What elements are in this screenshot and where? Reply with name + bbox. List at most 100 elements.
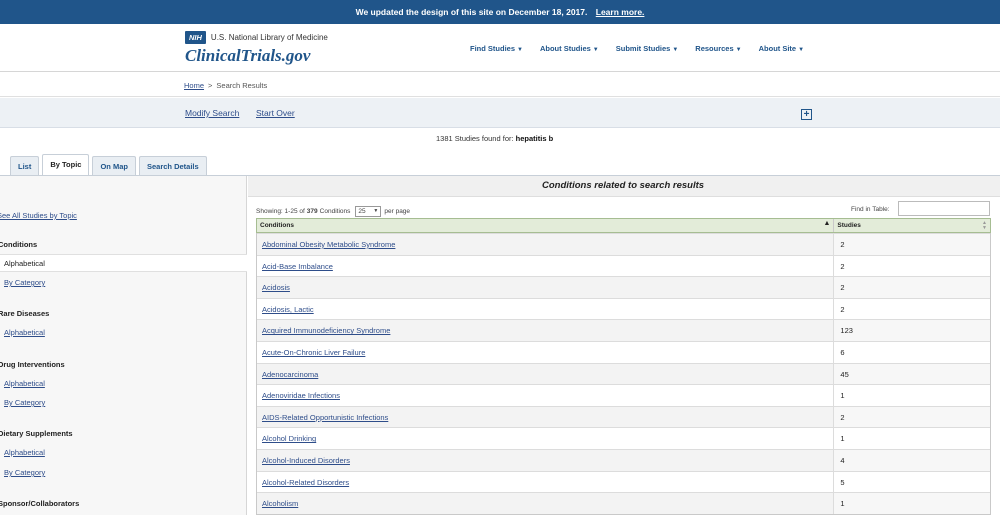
table-row: Adenoviridae Infections 1 [257, 384, 990, 406]
tab-on-map[interactable]: On Map [92, 156, 136, 176]
results-found-text: Studies found for: [454, 134, 514, 143]
studies-count-cell: 1 [833, 385, 990, 406]
condition-cell: Adenocarcinoma [257, 363, 834, 385]
condition-cell: Acquired Immunodeficiency Syndrome [257, 320, 834, 341]
studies-count-cell: 5 [833, 471, 990, 493]
table-row: Abdominal Obesity Metabolic Syndrome 2 [257, 233, 990, 255]
table-row: Alcoholism 1 [257, 492, 990, 514]
condition-link[interactable]: Alcoholism [262, 499, 298, 508]
banner-text: We updated the design of this site on De… [355, 7, 588, 17]
studies-count-cell: 6 [833, 341, 990, 363]
studies-count-cell: 2 [833, 234, 990, 255]
nih-badge: NIH [185, 31, 206, 44]
table-paging-info: Showing: 1-25 of 379 Conditions 25 ▼ per… [256, 206, 410, 217]
results-count: 1381 [436, 134, 453, 143]
content-title-text: Conditions related to search results [542, 180, 705, 191]
modify-search-link[interactable]: Modify Search [185, 108, 239, 118]
showing-suffix: Conditions [319, 208, 351, 215]
nlm-label: U.S. National Library of Medicine [210, 33, 328, 42]
table-row: Adenocarcinoma 45 [257, 362, 990, 385]
condition-cell: Adenoviridae Infections [257, 385, 833, 406]
condition-cell: AIDS-Related Opportunistic Infections [257, 406, 834, 428]
caret-down-icon: ▼ [798, 47, 805, 53]
sidebar-item-drug-alphabetical[interactable]: Alphabetical [4, 379, 45, 388]
condition-link[interactable]: Alcohol Drinking [262, 434, 316, 443]
caret-down-icon: ▼ [672, 47, 679, 53]
sidebar-heading-conditions: Conditions [0, 240, 38, 249]
nav-about-studies[interactable]: About Studies ▼ [540, 44, 599, 53]
breadcrumb-home[interactable]: Home [184, 81, 204, 90]
clinicaltrials-logo[interactable]: ClinicalTrials.gov [185, 46, 310, 66]
column-header-conditions[interactable]: Conditions ▲ [257, 219, 833, 232]
nav-label: Find Studies [470, 44, 515, 53]
sidebar-item-drug-by-category[interactable]: By Category [4, 398, 45, 407]
showing-prefix: Showing: 1-25 of [256, 208, 305, 215]
condition-cell: Alcoholism [257, 493, 834, 514]
condition-link[interactable]: Alcohol-Related Disorders [262, 478, 349, 487]
table-row: Alcohol-Induced Disorders 4 [257, 448, 990, 471]
table-row: Alcohol-Related Disorders 5 [257, 470, 990, 493]
per-page-label: per page [384, 208, 411, 215]
per-page-select[interactable]: 25 ▼ [355, 206, 382, 217]
condition-link[interactable]: Acute-On-Chronic Liver Failure [262, 348, 365, 357]
sidebar-item-dietary-by-category[interactable]: By Category [4, 468, 45, 477]
view-tabs: List By Topic On Map Search Details [10, 154, 210, 176]
find-in-table-label: Find in Table: [851, 206, 890, 213]
table-row: Acid-Base Imbalance 2 [257, 254, 990, 277]
breadcrumb-separator: > [208, 81, 213, 90]
studies-count-cell: 45 [833, 363, 990, 385]
see-all-studies-link[interactable]: See All Studies by Topic [0, 211, 77, 220]
sidebar-item-dietary-alphabetical[interactable]: Alphabetical [4, 448, 45, 457]
site-header: NIH U.S. National Library of Medicine Cl… [0, 24, 1000, 72]
sort-ascending-icon: ▲ [823, 220, 831, 227]
results-query: hepatitis b [515, 134, 554, 143]
top-nav: Find Studies ▼ About Studies ▼ Submit Stud… [470, 44, 821, 53]
tab-by-topic[interactable]: By Topic [42, 154, 90, 176]
table-header: Conditions ▲ Studies ▲ ▼ [256, 218, 991, 233]
learn-more-link[interactable]: Learn more. [596, 7, 645, 17]
condition-link[interactable]: Acidosis, Lactic [262, 305, 314, 314]
condition-cell: Acute-On-Chronic Liver Failure [257, 342, 833, 363]
per-page-value: 25 [358, 208, 366, 215]
sidebar-item-conditions-alphabetical[interactable]: Alphabetical [0, 254, 247, 272]
condition-link[interactable]: Abdominal Obesity Metabolic Syndrome [262, 240, 395, 249]
sidebar-heading-rare-diseases: Rare Diseases [0, 309, 50, 318]
sidebar-item-conditions-by-category[interactable]: By Category [4, 278, 45, 287]
sidebar-heading-sponsors: Sponsor/Collaborators [0, 499, 80, 508]
breadcrumb: Home > Search Results [184, 81, 267, 90]
showing-total: 379 [306, 208, 318, 215]
condition-link[interactable]: Acid-Base Imbalance [262, 262, 333, 271]
nav-label: Resources [695, 44, 734, 53]
condition-link[interactable]: Adenocarcinoma [262, 370, 318, 379]
nav-label: Submit Studies [615, 44, 671, 53]
nlm-logo[interactable]: NIH U.S. National Library of Medicine [185, 31, 328, 44]
studies-count-cell: 1 [833, 428, 990, 449]
condition-link[interactable]: Alcohol-Induced Disorders [262, 456, 350, 465]
condition-link[interactable]: Acquired Immunodeficiency Syndrome [262, 326, 390, 335]
condition-link[interactable]: Acidosis [262, 283, 290, 292]
condition-cell: Acid-Base Imbalance [257, 256, 833, 277]
sidebar-heading-drug-interventions: Drug Interventions [0, 360, 65, 369]
caret-down-icon: ▼ [592, 47, 599, 53]
table-row: Acidosis 2 [257, 276, 990, 298]
update-banner: We updated the design of this site on De… [0, 0, 1000, 24]
condition-link[interactable]: AIDS-Related Opportunistic Infections [262, 413, 388, 422]
nav-submit-studies[interactable]: Submit Studies ▼ [616, 44, 679, 53]
column-header-studies[interactable]: Studies ▲ ▼ [833, 219, 990, 232]
tab-search-details[interactable]: Search Details [138, 156, 207, 176]
condition-cell: Alcohol-Related Disorders [257, 472, 833, 493]
find-in-table-input[interactable] [898, 201, 990, 216]
tab-list[interactable]: List [10, 156, 40, 176]
nav-resources[interactable]: Resources ▼ [695, 44, 741, 53]
studies-count-cell: 2 [833, 255, 990, 277]
condition-cell: Acidosis [257, 277, 834, 298]
nav-about-site[interactable]: About Site ▼ [759, 44, 804, 53]
nav-find-studies[interactable]: Find Studies ▼ [470, 44, 523, 53]
condition-link[interactable]: Adenoviridae Infections [262, 391, 340, 400]
table-row: Acute-On-Chronic Liver Failure 6 [257, 340, 990, 363]
sidebar-item-rare-alphabetical[interactable]: Alphabetical [4, 328, 45, 337]
expand-plus-icon[interactable]: + [801, 109, 812, 120]
condition-cell: Alcohol Drinking [257, 428, 833, 449]
condition-cell: Abdominal Obesity Metabolic Syndrome [257, 234, 834, 255]
start-over-link[interactable]: Start Over [256, 108, 295, 118]
